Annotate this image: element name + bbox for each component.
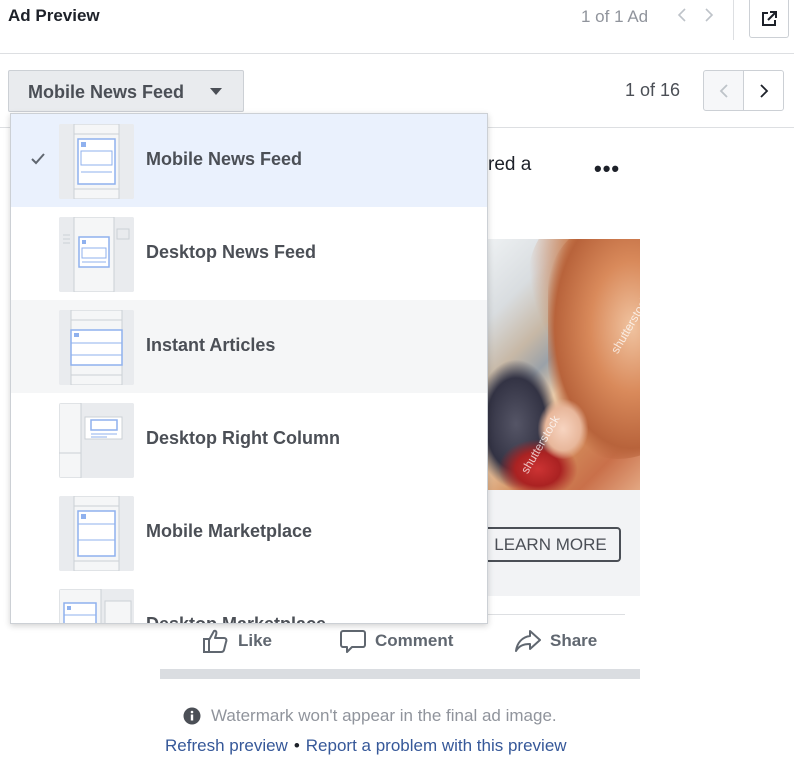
mobile-news-feed-thumbnail <box>59 124 134 199</box>
menu-item-label: Mobile Marketplace <box>146 521 313 541</box>
external-link-icon <box>762 10 777 26</box>
comment-button[interactable]: Comment <box>339 628 453 654</box>
menu-item-desktop-right-column[interactable]: Desktop Right Column <box>11 393 487 486</box>
more-dots-icon[interactable]: ••• <box>594 156 620 182</box>
open-in-new-window-button[interactable] <box>749 0 789 38</box>
watermark-note: Watermark won't appear in the final ad i… <box>183 706 557 726</box>
ad-count: 1 of 1 Ad <box>581 7 649 26</box>
learn-more-button[interactable]: LEARN MORE <box>480 527 621 562</box>
placement-pager-count: 1 of 16 <box>625 80 681 100</box>
placement-dropdown-label: Mobile News Feed <box>28 82 185 102</box>
next-placement-button[interactable] <box>743 70 784 111</box>
menu-item-label: Desktop Right Column <box>146 428 340 448</box>
comment-label: Comment <box>375 631 454 650</box>
menu-item-desktop-news-feed[interactable]: Desktop News Feed <box>11 207 487 300</box>
mobile-marketplace-thumbnail <box>59 496 134 571</box>
menu-item-instant-articles[interactable]: Instant Articles <box>11 300 487 393</box>
post-text: red a <box>488 154 532 175</box>
page-title: Ad Preview <box>8 6 100 25</box>
desktop-right-column-thumbnail <box>59 403 134 478</box>
placement-menu: Mobile News Feed Desktop News Feed Insta… <box>10 113 488 624</box>
desktop-marketplace-thumbnail <box>59 589 134 623</box>
report-problem-link[interactable]: Report a problem with this preview <box>306 736 567 755</box>
preview-header: Ad Preview 1 of 1 Ad <box>0 0 794 54</box>
refresh-preview-link[interactable]: Refresh preview <box>165 736 288 755</box>
chevron-left-icon <box>719 83 728 98</box>
comment-icon <box>340 630 366 653</box>
previous-ad-button[interactable] <box>673 4 691 26</box>
caret-down-icon <box>210 88 222 95</box>
ad-image: shutterstock shutterstock <box>488 239 640 490</box>
share-button[interactable]: Share <box>514 628 597 654</box>
like-label: Like <box>238 631 273 650</box>
placement-dropdown[interactable]: Mobile News Feed <box>8 70 244 112</box>
thumbs-up-icon <box>203 629 228 653</box>
menu-item-mobile-news-feed[interactable]: Mobile News Feed <box>11 114 487 207</box>
previous-placement-button[interactable] <box>703 70 744 111</box>
next-ad-button[interactable] <box>700 4 718 26</box>
watermark-note-text: Watermark won't appear in the final ad i… <box>211 706 557 725</box>
preview-bottom-bar <box>160 669 640 679</box>
menu-item-mobile-marketplace[interactable]: Mobile Marketplace <box>11 486 487 579</box>
share-label: Share <box>550 631 598 650</box>
desktop-news-feed-thumbnail <box>59 217 134 292</box>
footer-links: Refresh preview • Report a problem with th… <box>165 736 567 756</box>
menu-item-desktop-marketplace[interactable]: Desktop Marketplace <box>11 579 487 624</box>
link-separator: • <box>293 736 300 755</box>
checkmark-icon <box>31 153 45 165</box>
info-icon <box>183 707 201 725</box>
instant-articles-thumbnail <box>59 310 134 385</box>
chevron-left-icon <box>677 8 686 22</box>
like-button[interactable]: Like <box>202 628 272 654</box>
menu-item-label: Desktop News Feed <box>146 242 317 262</box>
chevron-right-icon <box>759 83 768 98</box>
menu-item-label: Instant Articles <box>146 335 276 355</box>
header-divider <box>733 0 734 40</box>
chevron-right-icon <box>705 8 714 22</box>
menu-item-label: Mobile News Feed <box>146 149 303 169</box>
share-icon <box>515 630 541 652</box>
menu-item-label: Desktop Marketplace <box>146 614 327 624</box>
